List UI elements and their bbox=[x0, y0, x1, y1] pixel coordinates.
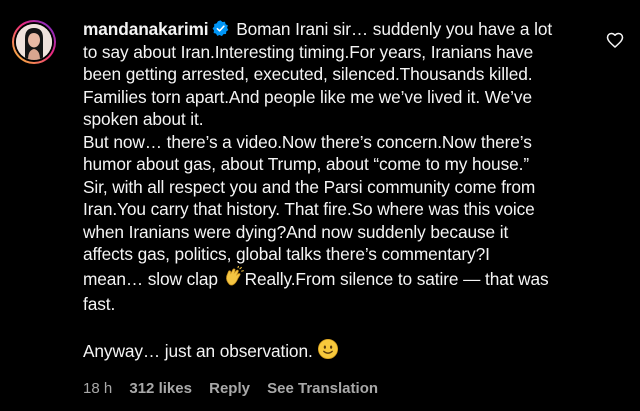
comment-line: fast. bbox=[83, 294, 116, 314]
avatar-photo bbox=[16, 24, 52, 60]
comment-line: mean… slow clap bbox=[83, 268, 218, 289]
comment-text: mandanakarimi Boman Irani sir… suddenly … bbox=[83, 18, 599, 366]
comment-line: when Iranians were dying?And now suddenl… bbox=[83, 221, 509, 242]
see-translation-button[interactable]: See Translation bbox=[267, 380, 378, 397]
comment-line: affects gas, politics, global talks ther… bbox=[83, 244, 490, 264]
reply-button[interactable]: Reply bbox=[209, 380, 250, 397]
clapping-hands-icon bbox=[223, 265, 245, 294]
comment-line: Anyway… just an observation. bbox=[83, 341, 313, 361]
avatar-ring-gap bbox=[14, 22, 54, 62]
likes-count[interactable]: 312 likes bbox=[129, 380, 192, 397]
timestamp[interactable]: 18 h bbox=[83, 380, 112, 397]
comment-line: been getting arrested, executed, silence… bbox=[83, 64, 533, 84]
comment-line: humor about gas, about Trump, about “com… bbox=[83, 154, 529, 174]
comment-line: Boman Irani sir… suddenly you have a lot bbox=[236, 19, 553, 39]
comment-line: to say about Iran.Interesting timing.For… bbox=[83, 41, 534, 62]
comment-line: Really.From silence to satire — that was bbox=[244, 268, 549, 289]
profile-photo-icon bbox=[16, 24, 52, 60]
smiling-face-icon bbox=[317, 338, 339, 366]
avatar[interactable] bbox=[12, 20, 56, 64]
heart-outline-icon[interactable] bbox=[605, 30, 625, 50]
comment-line: spoken about it. bbox=[83, 109, 204, 129]
comment-line: But now… there’s a video.Now there’s con… bbox=[83, 131, 532, 152]
username[interactable]: mandanakarimi bbox=[83, 19, 209, 39]
comment-line: Iran.You carry that history. That fire.S… bbox=[83, 199, 535, 219]
comment-line: Families torn apart.And people like me w… bbox=[83, 86, 532, 107]
verified-badge-icon bbox=[213, 20, 229, 37]
comment-meta: 18 h 312 likes Reply See Translation bbox=[83, 380, 391, 397]
comment: mandanakarimi Boman Irani sir… suddenly … bbox=[0, 0, 640, 411]
comment-line: Sir, with all respect you and the Parsi … bbox=[83, 176, 536, 197]
